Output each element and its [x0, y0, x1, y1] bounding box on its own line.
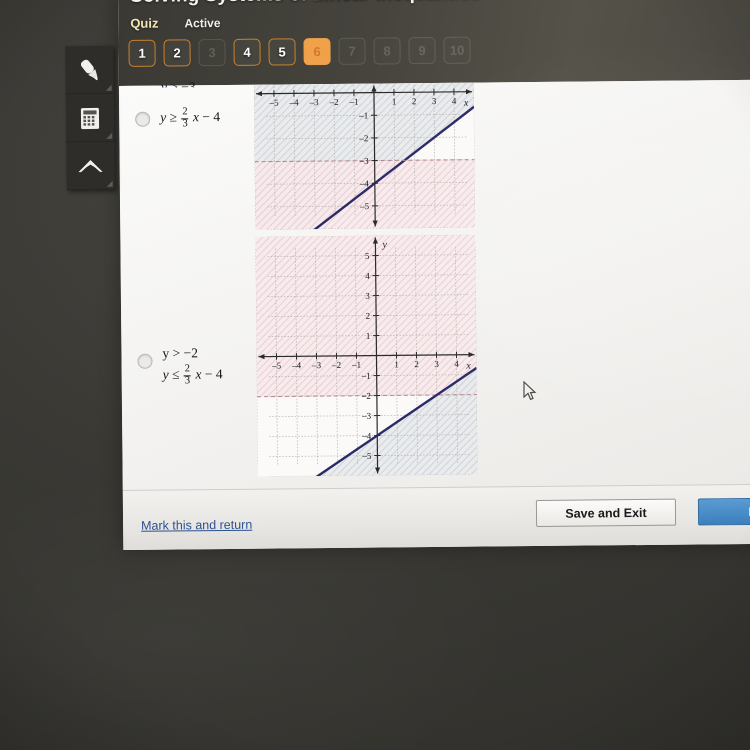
tab-active[interactable]: Active	[184, 16, 220, 30]
photograph-of-monitor: Solving Systems of Linear Inequalities Q…	[0, 0, 750, 750]
svg-text:3: 3	[365, 291, 370, 301]
y-axis-label: y	[381, 239, 387, 250]
svg-text:–2: –2	[361, 391, 371, 401]
svg-text:5: 5	[365, 251, 370, 261]
svg-text:1: 1	[394, 359, 399, 369]
option-a-line1-clipped: y > −3	[160, 79, 196, 88]
svg-text:–2: –2	[328, 97, 338, 107]
header-tabs: Quiz Active	[130, 15, 220, 31]
tool-palette	[65, 45, 115, 191]
question-button-1[interactable]: 1	[128, 39, 156, 67]
svg-text:–5: –5	[361, 451, 372, 461]
svg-text:–1: –1	[361, 371, 371, 381]
question-button-2[interactable]: 2	[163, 39, 191, 67]
x-axis-label: x	[465, 361, 471, 372]
x-axis-label: x	[463, 98, 469, 109]
page-title: Solving Systems of Linear Inequalities	[130, 0, 481, 8]
svg-text:–1: –1	[348, 97, 358, 107]
svg-text:–4: –4	[291, 360, 302, 370]
question-pager: 1 2 3 4 5 6 7 8 9 10	[128, 36, 471, 67]
svg-text:1: 1	[366, 331, 371, 341]
mouse-cursor	[523, 381, 537, 401]
question-button-8[interactable]: 8	[373, 37, 401, 65]
option-b-line1: y > −2	[162, 345, 199, 361]
highlighter-icon	[80, 59, 98, 80]
answer-option-a[interactable]: y ≥ 2 3 x − 4	[135, 106, 221, 130]
svg-text:–2: –2	[358, 133, 368, 143]
question-button-7[interactable]: 7	[338, 37, 366, 65]
svg-text:–3: –3	[308, 97, 319, 107]
svg-text:3: 3	[432, 96, 437, 106]
next-button[interactable]: Next	[697, 497, 750, 526]
graph-option-b: –5 –4 –3 –2 –1 1 2 3 4 5 4 3 2 1 –1 –2 –3 –4 –5 x y	[255, 234, 478, 477]
svg-text:2: 2	[412, 96, 417, 106]
svg-text:–1: –1	[358, 111, 368, 121]
svg-text:–1: –1	[351, 360, 361, 370]
mark-this-and-return-link[interactable]: Mark this and return	[141, 518, 252, 533]
svg-text:1: 1	[392, 96, 397, 106]
question-button-4[interactable]: 4	[233, 38, 261, 66]
calculator-icon	[80, 107, 100, 129]
option-a-text: y ≥ 2 3 x − 4	[160, 106, 221, 130]
question-body: y ≥ 2 3 x − 4 y > −3 –5 –4 –3 –2 –1 1 2 3 4 –1 –2–…	[118, 79, 750, 490]
tab-quiz[interactable]: Quiz	[130, 16, 158, 31]
svg-text:–3: –3	[311, 360, 322, 370]
answer-option-b[interactable]: y > −2 y ≤ 2 3 x − 4	[137, 343, 223, 387]
tool-highlighter[interactable]	[65, 45, 114, 95]
option-a-line2: y ≥ 2 3 x − 4	[160, 106, 221, 130]
svg-text:4: 4	[365, 271, 370, 281]
graph-option-b-svg: –5 –4 –3 –2 –1 1 2 3 4 5 4 3 2 1 –1 –2 –3 –4 –5 x y	[255, 234, 478, 477]
svg-text:3: 3	[434, 359, 439, 369]
svg-text:2: 2	[414, 359, 419, 369]
monitor-screen: Solving Systems of Linear Inequalities Q…	[118, 0, 750, 550]
graph-option-a: –5 –4 –3 –2 –1 1 2 3 4 –1 –2 –3 –4 –5 x	[253, 82, 476, 230]
graph-option-a-svg: –5 –4 –3 –2 –1 1 2 3 4 –1 –2 –3 –4 –5 x	[253, 82, 476, 230]
shaded-region	[254, 159, 476, 230]
question-button-10[interactable]: 10	[443, 36, 471, 64]
svg-text:4: 4	[454, 359, 459, 369]
fraction-two-thirds: 2 3	[183, 363, 192, 387]
tool-scroll-up[interactable]	[66, 141, 115, 191]
radio-option-a[interactable]	[135, 111, 151, 127]
fraction-two-thirds: 2 3	[181, 106, 189, 130]
option-b-text: y > −2 y ≤ 2 3 x − 4	[162, 343, 222, 387]
question-button-5[interactable]: 5	[268, 38, 296, 66]
svg-text:–4: –4	[359, 178, 370, 188]
save-and-exit-button[interactable]: Save and Exit	[535, 498, 677, 528]
scroll-up-icon	[78, 159, 103, 172]
svg-text:–3: –3	[361, 411, 372, 421]
svg-text:–5: –5	[359, 201, 370, 211]
quiz-header: Solving Systems of Linear Inequalities Q…	[118, 0, 750, 86]
svg-text:–4: –4	[289, 97, 300, 107]
option-b-line2: y ≤ 2 3 x − 4	[162, 363, 223, 387]
question-button-3[interactable]: 3	[198, 38, 226, 67]
svg-text:–5: –5	[269, 98, 280, 108]
svg-text:–3: –3	[359, 156, 370, 166]
question-button-9[interactable]: 9	[408, 36, 436, 65]
svg-text:2: 2	[366, 311, 371, 321]
radio-option-b[interactable]	[137, 353, 153, 369]
svg-text:4: 4	[452, 96, 457, 106]
tool-calculator[interactable]	[65, 93, 115, 143]
svg-text:–4: –4	[361, 431, 372, 441]
svg-text:–5: –5	[271, 360, 282, 370]
svg-text:–2: –2	[331, 360, 341, 370]
quiz-footer: Mark this and return Save and Exit Next	[122, 483, 750, 550]
question-button-6[interactable]: 6	[303, 37, 331, 66]
